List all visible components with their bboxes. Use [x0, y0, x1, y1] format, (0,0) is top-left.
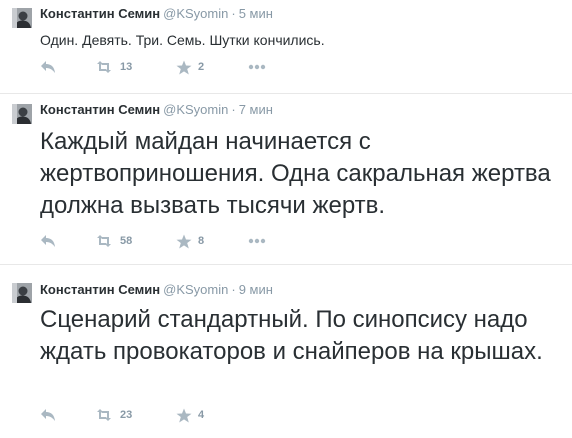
- reply-button[interactable]: [40, 59, 56, 75]
- retweet-count: 23: [120, 409, 133, 421]
- timeline: Константин Семин @KSyomin · 5 мин Один. Дев…: [0, 0, 572, 438]
- author-username[interactable]: @KSyomin: [163, 102, 228, 117]
- avatar[interactable]: [12, 283, 32, 303]
- more-button[interactable]: [248, 59, 266, 75]
- retweet-icon: [94, 408, 114, 422]
- reply-icon: [40, 60, 56, 74]
- author-fullname[interactable]: Константин Семин: [40, 102, 160, 117]
- tweet[interactable]: Константин Семин @KSyomin · 5 мин Один. Дев…: [0, 0, 572, 93]
- timestamp[interactable]: 7 мин: [239, 102, 273, 117]
- retweet-button[interactable]: 13: [94, 59, 132, 75]
- separator-dot: ·: [231, 6, 236, 21]
- favorite-count: 4: [198, 409, 205, 421]
- favorite-button[interactable]: 8: [176, 233, 204, 249]
- timestamp[interactable]: 5 мин: [239, 6, 273, 21]
- tweet-header: Константин Семин @KSyomin · 5 мин: [40, 6, 273, 22]
- star-icon: [176, 234, 192, 249]
- tweet-text: Сценарий стандартный. По синопсису надо …: [40, 306, 543, 365]
- more-button[interactable]: [248, 233, 266, 249]
- tweet-header: Константин Семин @KSyomin · 7 мин: [40, 102, 273, 118]
- tweet[interactable]: Константин Семин @KSyomin · 7 мин Каждый ма…: [0, 94, 572, 264]
- favorite-count: 8: [198, 235, 205, 247]
- retweet-count: 58: [120, 235, 133, 247]
- more-icon: [248, 238, 266, 244]
- retweet-icon: [94, 234, 114, 248]
- avatar[interactable]: [12, 8, 32, 28]
- retweet-button[interactable]: 23: [94, 407, 132, 423]
- favorite-button[interactable]: 4: [176, 407, 204, 423]
- tweet[interactable]: Константин Семин @KSyomin · 9 мин Сценарий …: [0, 265, 572, 438]
- retweet-icon: [94, 60, 114, 74]
- author-username[interactable]: @KSyomin: [163, 282, 228, 297]
- favorite-count: 2: [198, 61, 205, 73]
- reply-icon: [40, 234, 56, 248]
- reply-button[interactable]: [40, 233, 56, 249]
- tweet-text: Каждый майдан начинается с жертвоприноше…: [40, 128, 551, 219]
- timestamp[interactable]: 9 мин: [239, 282, 273, 297]
- tweet-actions: 13 2: [40, 59, 320, 75]
- tweet-actions: 58 8: [40, 233, 320, 249]
- tweet-header: Константин Семин @KSyomin · 9 мин: [40, 282, 273, 298]
- retweet-button[interactable]: 58: [94, 233, 132, 249]
- avatar[interactable]: [12, 104, 32, 124]
- retweet-count: 13: [120, 61, 133, 73]
- star-icon: [176, 408, 192, 423]
- tweet-actions: 23 4: [40, 407, 320, 423]
- author-username[interactable]: @KSyomin: [163, 6, 228, 21]
- author-fullname[interactable]: Константин Семин: [40, 6, 160, 21]
- separator-dot: ·: [231, 282, 236, 297]
- star-icon: [176, 60, 192, 75]
- favorite-button[interactable]: 2: [176, 59, 204, 75]
- tweet-text: Один. Девять. Три. Семь. Шутки кончились…: [40, 32, 325, 48]
- more-icon: [248, 64, 266, 70]
- reply-icon: [40, 408, 56, 422]
- reply-button[interactable]: [40, 407, 56, 423]
- author-fullname[interactable]: Константин Семин: [40, 282, 160, 297]
- separator-dot: ·: [231, 102, 236, 117]
